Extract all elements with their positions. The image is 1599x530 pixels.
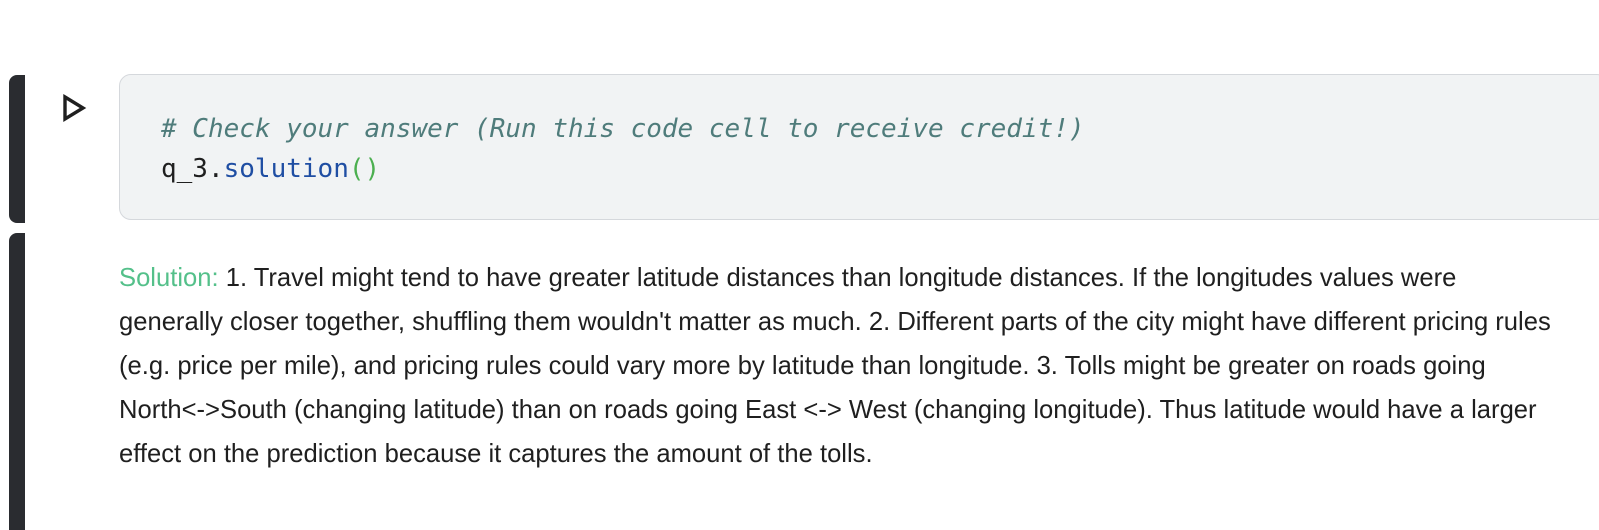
code-comment: # Check your answer (Run this code cell … — [161, 114, 1085, 144]
code-parens: () — [348, 154, 381, 184]
cell-output: Solution: 1. Travel might tend to have g… — [119, 256, 1559, 476]
code-object: q_3 — [161, 154, 208, 184]
code-method: solution — [223, 154, 349, 184]
play-icon — [63, 93, 87, 123]
run-cell-button[interactable] — [57, 91, 91, 125]
code-cell-focus-bar — [9, 75, 25, 223]
code-lines[interactable]: # Check your answer (Run this code cell … — [161, 109, 1085, 189]
code-editor[interactable]: # Check your answer (Run this code cell … — [119, 74, 1599, 220]
code-dot: . — [207, 154, 224, 184]
solution-text: 1. Travel might tend to have greater lat… — [119, 264, 1551, 468]
solution-label: Solution: — [119, 264, 219, 292]
output-cell-bar — [9, 233, 25, 530]
